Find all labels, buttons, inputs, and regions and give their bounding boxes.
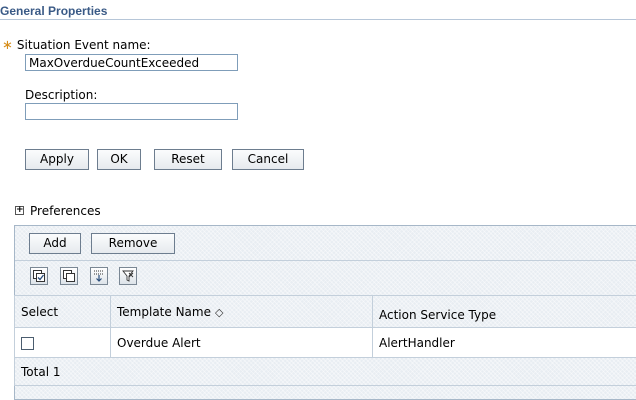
total-count: Total 1 bbox=[14, 357, 636, 386]
toolbar-divider bbox=[15, 260, 636, 261]
remove-button[interactable]: Remove bbox=[91, 233, 175, 254]
preferences-expand-icon[interactable]: + bbox=[15, 206, 24, 215]
clear-filter-icon[interactable] bbox=[119, 267, 137, 285]
row-select-checkbox[interactable] bbox=[21, 336, 34, 350]
action-service-type-cell: AlertHandler bbox=[372, 327, 636, 358]
preferences-label[interactable]: Preferences bbox=[30, 204, 101, 218]
situation-event-name-label: ∗ Situation Event name: bbox=[2, 38, 151, 53]
situation-event-name-label-text: Situation Event name: bbox=[16, 38, 151, 52]
add-button[interactable]: Add bbox=[29, 233, 81, 254]
select-all-icon[interactable] bbox=[30, 267, 48, 285]
description-label: Description: bbox=[25, 88, 98, 102]
required-marker: ∗ bbox=[2, 38, 13, 53]
deselect-all-icon[interactable] bbox=[60, 267, 78, 285]
description-input[interactable] bbox=[25, 103, 238, 120]
show-filter-icon[interactable] bbox=[90, 267, 108, 285]
sort-icon[interactable]: ◇ bbox=[215, 306, 223, 319]
ok-button[interactable]: OK bbox=[97, 149, 141, 170]
templates-grid: Select Template Name ◇ Action Service Typ… bbox=[14, 295, 636, 386]
reset-button[interactable]: Reset bbox=[154, 149, 222, 170]
situation-event-name-input[interactable] bbox=[25, 54, 238, 71]
template-name-cell: Overdue Alert bbox=[110, 327, 373, 358]
table-row: Overdue Alert AlertHandler bbox=[14, 327, 636, 358]
template-name-column-header[interactable]: Template Name ◇ bbox=[110, 295, 373, 328]
select-column-header: Select bbox=[14, 295, 111, 328]
section-title: General Properties bbox=[0, 0, 636, 20]
table-header-row: Select Template Name ◇ Action Service Typ… bbox=[14, 295, 636, 328]
apply-button[interactable]: Apply bbox=[25, 149, 89, 170]
collection-table: Add Remove Select Template Name ◇ Action… bbox=[14, 225, 636, 400]
action-service-type-column-header: Action Service Type bbox=[372, 295, 636, 328]
table-footer-row: Total 1 bbox=[14, 357, 636, 386]
select-cell bbox=[14, 327, 111, 358]
cancel-button[interactable]: Cancel bbox=[232, 149, 304, 170]
template-name-header-label: Template Name bbox=[117, 304, 211, 319]
